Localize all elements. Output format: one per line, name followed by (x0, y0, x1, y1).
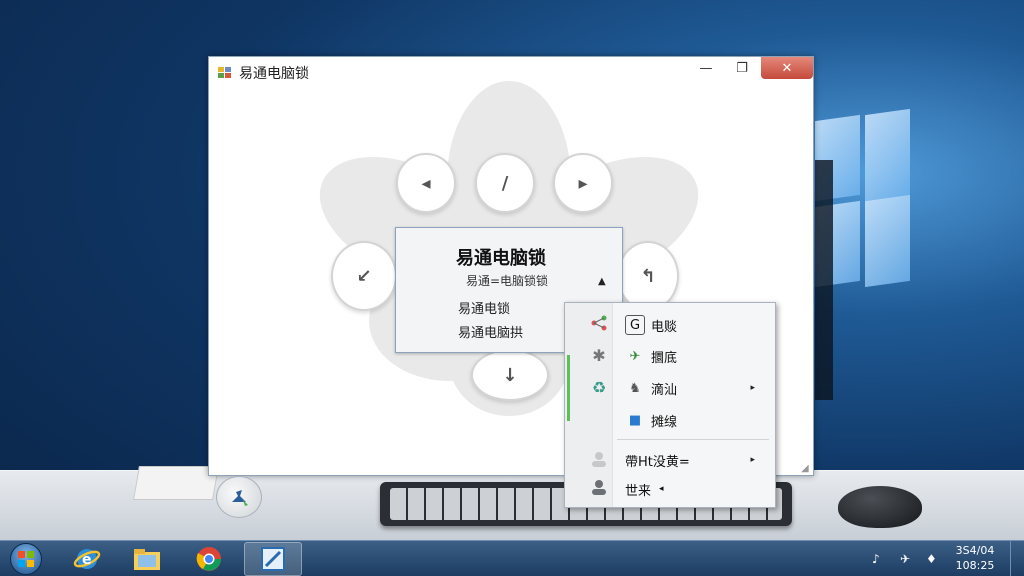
start-button[interactable] (2, 541, 50, 576)
down-button[interactable]: ↓ (471, 349, 549, 401)
user-dark-icon (587, 475, 611, 499)
g-icon: G (625, 315, 645, 335)
clock-time: 3S4/04 (955, 544, 995, 557)
folder-icon (134, 549, 160, 570)
taskbar: e ♪ ✈ ♦ 3S4/04 108:25 (0, 540, 1024, 576)
plane-icon: ✈ (629, 348, 641, 364)
puzzle-icon: ✱ (592, 345, 606, 365)
menu-item-1[interactable]: G 电赕 (625, 311, 773, 339)
clock-date: 108:25 (955, 559, 995, 572)
svg-text:e: e (82, 552, 92, 568)
menu-separator (617, 439, 769, 440)
tray-network-icon[interactable]: ✈ (900, 541, 910, 576)
taskbar-ie-button[interactable]: e (58, 542, 116, 576)
mouse (838, 486, 922, 528)
user-icon (587, 447, 611, 471)
menu-item-6[interactable]: 世来 ◂ (625, 475, 773, 503)
app-icon (218, 67, 231, 78)
chrome-icon (196, 547, 221, 571)
recycle-icon: ♻ (591, 377, 607, 397)
menu-item-4[interactable]: ■ 摊缐 (625, 406, 773, 434)
taskbar-explorer-button[interactable] (118, 542, 176, 576)
menu-item-3-label: 滴汕 (651, 382, 678, 398)
close-button[interactable]: ✕ (761, 57, 813, 79)
lock-app-floating-icon[interactable] (216, 476, 262, 518)
tray-flag-icon[interactable]: ♦ (926, 541, 937, 576)
arrow-down-left-button[interactable]: ↙ (331, 241, 397, 311)
taskbar-chrome-button[interactable] (180, 542, 238, 576)
share-icon (587, 311, 611, 335)
show-desktop-button[interactable] (1010, 541, 1024, 576)
context-menu: ✱ ♻ G 电赕 ✈ 攌底 ♞ 滴汕 ▸ ■ 摊缐 帶Ht没黄= ▸ 世来 ◂ (564, 302, 776, 508)
menu-highlight-bar (567, 355, 570, 421)
ie-icon: e (73, 549, 101, 569)
system-clock[interactable]: 3S4/04 108:25 (950, 543, 1000, 573)
window-icon: ■ (628, 412, 642, 428)
tray-volume-icon[interactable]: ♪ (872, 541, 880, 576)
taskbar-lock-app-button[interactable] (244, 542, 302, 576)
panel-line-1: 易通电锁 (458, 302, 511, 317)
menu-item-4-label: 摊缐 (651, 414, 678, 430)
monitor-bezel (815, 160, 833, 400)
resize-grip-icon[interactable]: ◢ (801, 463, 811, 474)
windows-orb-icon (10, 543, 42, 575)
menu-item-6-label: 世来 (625, 483, 652, 499)
submenu-arrow-icon: ▸ (750, 455, 755, 465)
knight-icon: ♞ (629, 380, 641, 396)
paper-stack (133, 466, 219, 500)
menu-item-1-label: 电赕 (651, 319, 678, 335)
submenu-arrow-icon: ▸ (750, 383, 755, 393)
menu-item-2-label: 攌底 (651, 350, 678, 366)
nav-right-button[interactable]: ▸ (553, 153, 613, 213)
lock-app-icon (261, 547, 285, 571)
menu-item-5[interactable]: 帶Ht没黄= ▸ (625, 446, 773, 474)
back-arrow-icon: ◂ (659, 484, 664, 494)
panel-title: 易通电脑锁 (456, 248, 546, 269)
maximize-button[interactable]: ❐ (729, 57, 755, 79)
panel-arrow-icon: ▲ (598, 276, 606, 287)
menu-item-2[interactable]: ✈ 攌底 (625, 342, 773, 370)
menu-item-3[interactable]: ♞ 滴汕 ▸ (625, 374, 773, 402)
slash-button[interactable]: / (475, 153, 535, 213)
panel-line-2: 易通电脑拱 (458, 326, 524, 341)
panel-subtitle: 易通=电脑锁锁 (466, 274, 549, 288)
nav-left-button[interactable]: ◂ (396, 153, 456, 213)
menu-item-5-label: 帶Ht没黄= (625, 454, 690, 470)
turn-button[interactable]: ↰ (617, 241, 679, 311)
